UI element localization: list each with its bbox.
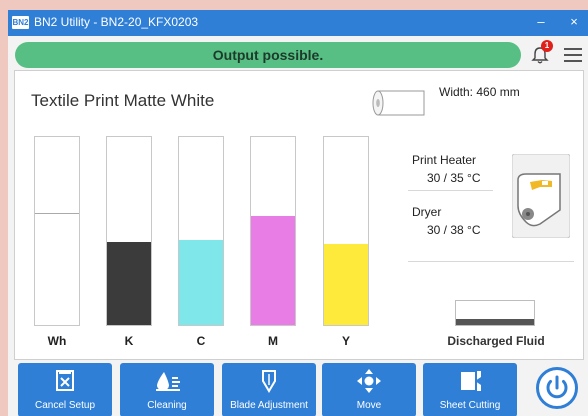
ink-level-k — [107, 242, 151, 325]
cleaning-label: Cleaning — [147, 400, 187, 411]
sheet-cutting-label: Sheet Cutting — [439, 400, 501, 411]
ink-tank-y — [323, 136, 369, 326]
ink-level-c — [179, 240, 223, 325]
print-heater-value: 30 / 35 °C — [427, 171, 481, 185]
status-bar: Output possible. — [15, 42, 521, 68]
ink-tank-wh — [34, 136, 80, 326]
ink-tank-m — [250, 136, 296, 326]
ink-label-m: M — [268, 334, 278, 348]
move-label: Move — [356, 400, 382, 411]
ink-level-y — [324, 244, 368, 325]
media-roll-icon — [372, 90, 425, 116]
blade-adjustment-label: Blade Adjustment — [230, 400, 308, 411]
cancel-setup-label: Cancel Setup — [34, 400, 96, 411]
ink-label-c: C — [196, 334, 206, 348]
hamburger-menu-icon[interactable] — [564, 48, 582, 62]
discharged-fluid-tank — [455, 300, 535, 326]
ink-label-y: Y — [341, 334, 350, 348]
ink-label-k: K — [124, 334, 134, 348]
cleaning-icon — [156, 372, 180, 391]
printer-status-panel: Textile Print Matte White Width: 460 mm … — [14, 70, 584, 360]
power-icon — [546, 375, 568, 399]
sheet-cutting-icon — [461, 371, 481, 391]
heater-icon — [512, 154, 570, 238]
move-button[interactable]: Move — [322, 363, 416, 416]
app-window: BN2 BN2 Utility - BN2-20_KFX0203 – × Out… — [8, 10, 588, 416]
window-title: BN2 Utility - BN2-20_KFX0203 — [34, 15, 199, 29]
blade-adjustment-button[interactable]: Blade Adjustment — [222, 363, 316, 416]
ink-level-wh — [35, 213, 79, 325]
cleaning-button[interactable]: Cleaning — [120, 363, 214, 416]
print-heater-label: Print Heater — [412, 153, 477, 167]
cancel-setup-icon — [56, 370, 74, 391]
ink-tank-c — [178, 136, 224, 326]
section-divider — [408, 261, 574, 262]
ink-level-m — [251, 215, 295, 325]
power-button[interactable] — [536, 367, 578, 409]
discharged-fluid-label: Discharged Fluid — [447, 334, 545, 348]
ink-tank-k — [106, 136, 152, 326]
dryer-label: Dryer — [412, 205, 442, 219]
ink-label-wh: Wh — [47, 334, 67, 348]
blade-icon — [262, 370, 276, 393]
dryer-value: 30 / 38 °C — [427, 223, 481, 237]
minimize-button[interactable]: – — [530, 13, 552, 31]
discharged-fluid-level — [456, 319, 534, 325]
close-button[interactable]: × — [563, 13, 585, 31]
cancel-setup-button[interactable]: Cancel Setup — [18, 363, 112, 416]
media-width: Width: 460 mm — [439, 85, 520, 99]
notification-badge: 1 — [541, 40, 553, 52]
app-logo: BN2 — [12, 16, 29, 29]
sheet-cutting-button[interactable]: Sheet Cutting — [423, 363, 517, 416]
media-name: Textile Print Matte White — [31, 91, 215, 110]
heater-divider — [408, 190, 493, 191]
title-bar: BN2 BN2 Utility - BN2-20_KFX0203 – × — [8, 10, 588, 36]
move-icon — [357, 369, 381, 393]
